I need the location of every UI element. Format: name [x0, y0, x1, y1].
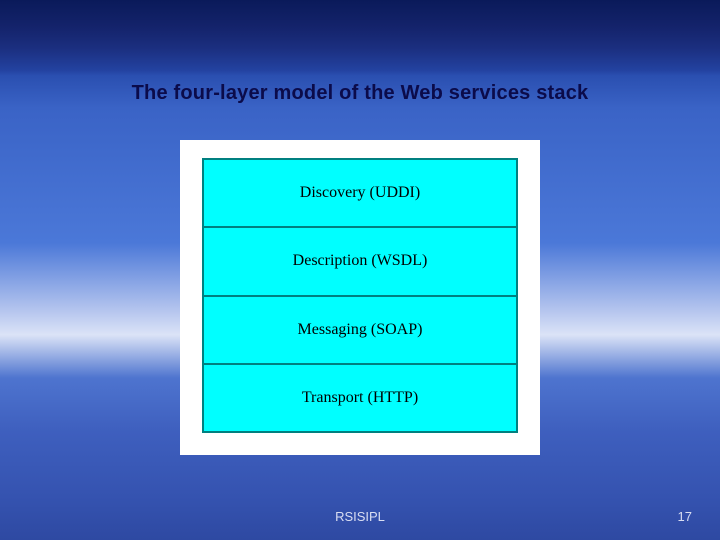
layer-row: Transport (HTTP) — [204, 363, 516, 431]
slide-title: The four-layer model of the Web services… — [0, 82, 720, 105]
page-number: 17 — [678, 509, 692, 524]
stack-figure: Discovery (UDDI) Description (WSDL) Mess… — [180, 140, 540, 455]
layer-label: Description (WSDL) — [293, 252, 428, 270]
layer-row: Messaging (SOAP) — [204, 295, 516, 363]
layer-label: Transport (HTTP) — [302, 389, 418, 407]
layer-label: Discovery (UDDI) — [300, 184, 420, 202]
layer-row: Discovery (UDDI) — [204, 160, 516, 226]
layer-label: Messaging (SOAP) — [298, 321, 423, 339]
stack-diagram: Discovery (UDDI) Description (WSDL) Mess… — [202, 158, 518, 433]
footer-author: RSISIPL — [0, 509, 720, 524]
layer-row: Description (WSDL) — [204, 226, 516, 294]
